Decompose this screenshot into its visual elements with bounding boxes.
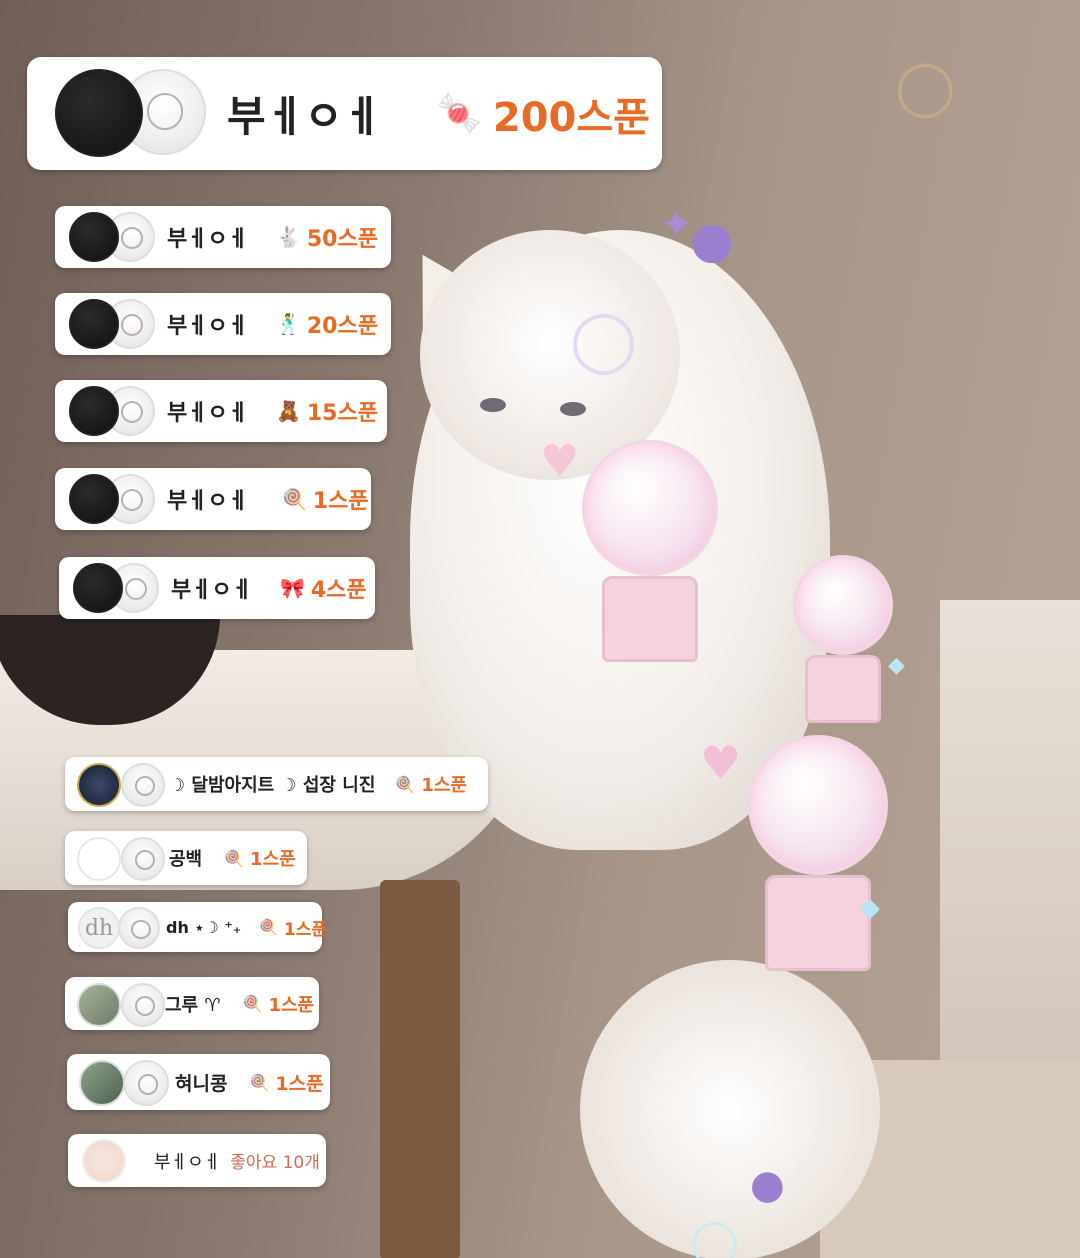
teddy-bear-icon: 🧸 (275, 399, 301, 423)
grape-sparkle-icon: ✦ (660, 202, 694, 248)
gift-sender-name: 부ㅔㅇㅔ (167, 489, 248, 514)
gift-sender-name: 부ㅔㅇㅔ (171, 578, 252, 603)
lollipop-icon: 🍭 (395, 774, 416, 794)
gift-notification: ☽ 달밤아지트 ☽ 섭장 니진 🍭 1스푼 (65, 757, 488, 811)
gift-notification: 부ㅔㅇㅔ 🕺 20스푼 (55, 293, 391, 355)
gift-amount: 15스푼 (306, 401, 378, 426)
gift-notification: 부ㅔㅇㅔ 🐇 50스푼 (55, 206, 391, 268)
cat-eye (560, 402, 586, 416)
gift-amount: 4스푼 (310, 578, 367, 603)
heart-icon: ♥ (700, 736, 742, 790)
heart-cake-icon (82, 1138, 126, 1183)
avatar (77, 982, 121, 1027)
shelf (940, 600, 1080, 1120)
ring-icon: ◯ (895, 55, 956, 118)
gift-sender-name: 부ㅔㅇㅔ (167, 314, 248, 339)
ring-donut-icon: ◯ (570, 305, 638, 375)
avatar-pair (77, 982, 165, 1027)
gift-amount: 1스푼 (275, 1072, 324, 1095)
gift-sender-name: ☽ 달밤아지트 ☽ 섭장 니진 (169, 775, 376, 796)
avatar (118, 907, 160, 949)
like-notification: 부ㅔㅇㅔ 좋아요 10개 (68, 1134, 326, 1187)
gumball-machine-icon: 🍬 (435, 91, 483, 135)
gift-notification: 부ㅔㅇㅔ 🍭 1스푼 (55, 468, 371, 530)
gift-sender-name: 그루 ♈︎ (165, 994, 221, 1016)
gift-amount: 1스푼 (421, 775, 467, 796)
lollipop-icon: 🍭 (249, 1072, 270, 1092)
gift-sender-name: 부ㅔㅇㅔ (167, 227, 248, 252)
avatar-pair (69, 299, 155, 349)
avatar (69, 386, 119, 436)
gift-sender-name: dh ⋆☽ ⁺₊ (166, 917, 242, 937)
gumball-machine-effect (582, 440, 718, 662)
ring-donut-icon: ◯ (690, 1216, 740, 1258)
heart-icon: ♥ (540, 436, 580, 487)
gumball-machine-effect (793, 555, 893, 723)
dancing-figure-icon: 🕺 (275, 312, 301, 336)
avatar-pair: dh (78, 907, 160, 949)
gift-amount: 20스푼 (306, 314, 378, 339)
avatar (79, 1060, 125, 1106)
like-sender-name: 부ㅔㅇㅔ (154, 1151, 221, 1173)
grape-icon: ● (750, 1162, 785, 1208)
avatar: dh (78, 907, 120, 949)
cat-eye (480, 398, 506, 412)
bunny-icon: 🐇 (275, 225, 301, 249)
diamond-icon: ◆ (888, 653, 905, 678)
avatar-pair (77, 837, 165, 881)
table-leg (380, 880, 460, 1258)
cat-tail (580, 960, 880, 1258)
gift-sender-name: 부ㅔㅇㅔ (167, 401, 248, 426)
avatar (121, 837, 165, 881)
avatar (69, 299, 119, 349)
avatar (121, 982, 165, 1027)
gift-sender-name: 혀니콩 (175, 1072, 228, 1095)
gift-notification: 혀니콩 🍭 1스푼 (67, 1054, 330, 1110)
avatar (55, 68, 143, 157)
top-gift-banner: 부ㅔㅇㅔ 🍬 200스푼 (27, 57, 662, 170)
avatar-pair (69, 212, 155, 262)
avatar-pair (69, 386, 155, 436)
avatar (77, 837, 121, 881)
diamond-icon: ◆ (860, 893, 880, 923)
gift-sender-name: 공백 (169, 849, 203, 870)
avatar-pair (77, 763, 165, 807)
ribbon-bow-icon: 🎀 (279, 576, 305, 600)
gift-amount: 1스푼 (268, 994, 315, 1016)
avatar (69, 212, 119, 262)
lollipop-icon: 🍭 (224, 848, 245, 868)
gift-amount: 1스푼 (283, 919, 328, 940)
gift-notification: 부ㅔㅇㅔ 🧸 15스푼 (55, 380, 387, 442)
avatar (69, 474, 119, 524)
lollipop-icon: 🍭 (281, 487, 307, 511)
avatar (121, 763, 165, 807)
avatar-pair (55, 68, 206, 159)
avatar-pair (79, 1060, 169, 1106)
gift-notification: dh dh ⋆☽ ⁺₊ 🍭 1스푼 (68, 902, 327, 952)
avatar-pair (69, 474, 155, 524)
avatar (73, 563, 123, 613)
gumball-machine-effect (748, 735, 888, 971)
avatar (123, 1060, 169, 1106)
gift-sender-name: 부ㅔㅇㅔ (227, 92, 382, 141)
lollipop-icon: 🍭 (242, 994, 263, 1013)
lollipop-icon: 🍭 (259, 918, 278, 936)
gift-notification: 그루 ♈︎ 🍭 1스푼 (65, 977, 319, 1030)
gift-amount: 1스푼 (312, 489, 369, 514)
avatar-pair (73, 563, 159, 613)
gift-amount: 200스푼 (492, 94, 650, 141)
gift-amount: 50스푼 (306, 227, 378, 252)
like-count: 좋아요 10개 (230, 1153, 320, 1173)
gift-notification: 공백 🍭 1스푼 (65, 831, 307, 885)
avatar (77, 763, 121, 807)
gift-amount: 1스푼 (250, 849, 296, 870)
grape-icon: ● (690, 211, 734, 269)
gift-notification: 부ㅔㅇㅔ 🎀 4스푼 (59, 557, 375, 619)
